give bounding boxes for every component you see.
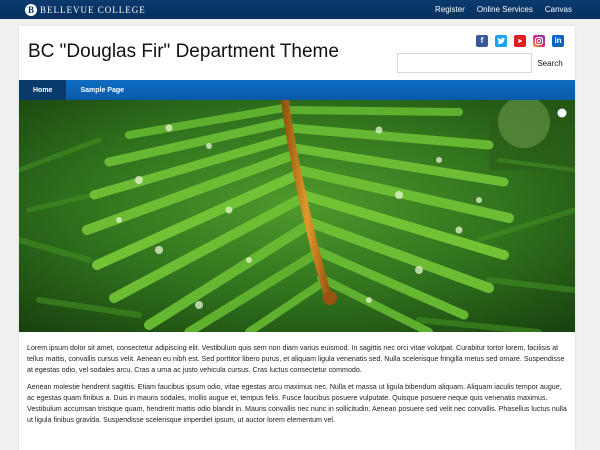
search-input[interactable] — [397, 53, 532, 73]
facebook-icon[interactable]: f — [476, 35, 488, 47]
online-services-link[interactable]: Online Services — [477, 5, 533, 14]
site-title[interactable]: BC "Douglas Fir" Department Theme — [28, 41, 339, 63]
main-nav: Home Sample Page — [19, 80, 575, 100]
social-links: f in — [469, 35, 564, 47]
twitter-icon[interactable] — [495, 35, 507, 47]
linkedin-icon[interactable]: in — [552, 35, 564, 47]
page-card: BC "Douglas Fir" Department Theme f in S… — [19, 26, 575, 450]
instagram-icon[interactable] — [533, 35, 545, 47]
top-links: Register Online Services Canvas — [423, 0, 572, 19]
content-paragraph-2: Aenean molestie hendrerit sagittis. Etia… — [27, 383, 567, 424]
content-paragraph-1: Lorem ipsum dolor sit amet, consectetur … — [27, 344, 565, 374]
college-name: BELLEVUE COLLEGE — [40, 4, 146, 15]
page-content: Lorem ipsum dolor sit amet, consectetur … — [27, 343, 567, 432]
fir-branch-photo — [19, 100, 575, 332]
nav-item-home[interactable]: Home — [19, 80, 67, 100]
college-logo-icon: B — [25, 3, 37, 16]
top-bar: B BELLEVUE COLLEGE Register Online Servi… — [0, 0, 600, 19]
register-link[interactable]: Register — [435, 5, 465, 14]
youtube-icon[interactable] — [514, 35, 526, 47]
nav-item-sample-page[interactable]: Sample Page — [66, 80, 138, 100]
search-button[interactable]: Search — [532, 53, 568, 73]
canvas-link[interactable]: Canvas — [545, 5, 572, 14]
college-brand[interactable]: B BELLEVUE COLLEGE — [25, 3, 146, 16]
hero-image — [19, 100, 575, 332]
